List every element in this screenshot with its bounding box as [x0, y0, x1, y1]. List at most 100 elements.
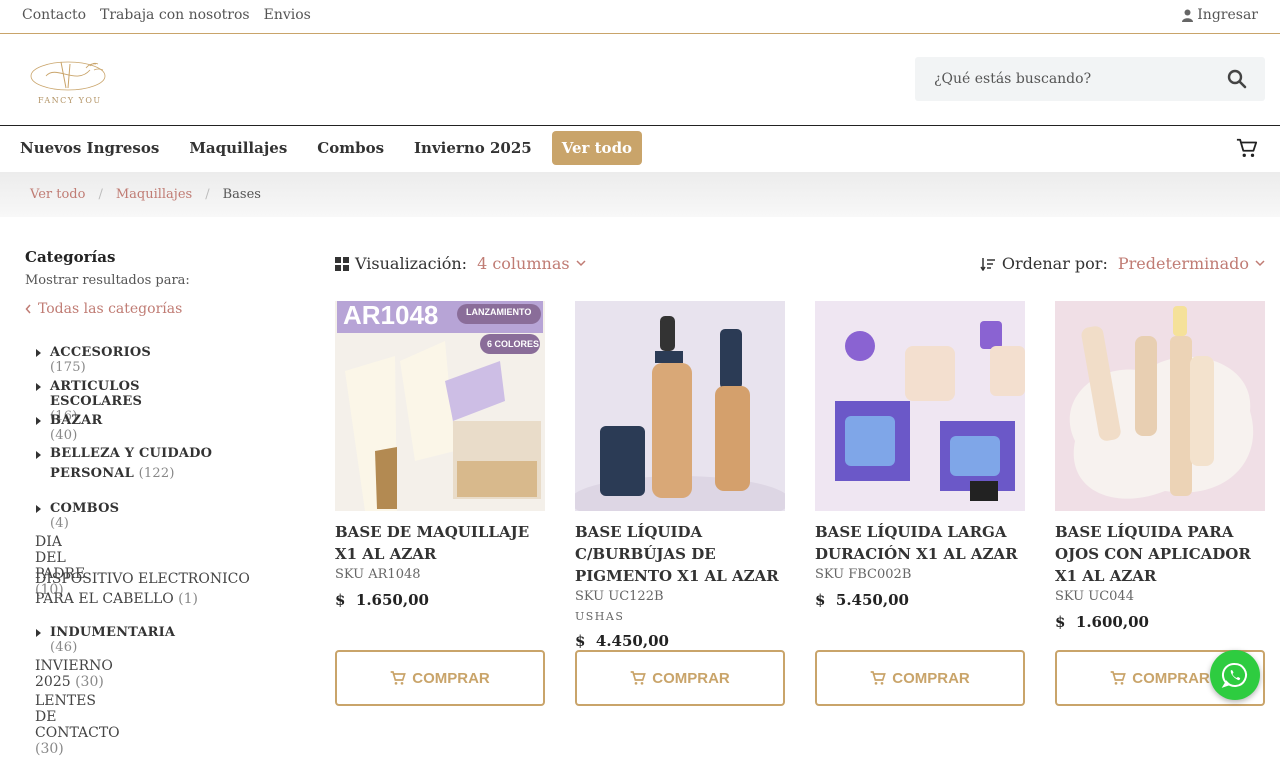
product-card[interactable]: BASE LÍQUIDA LARGA DURACIÓN X1 AL AZAR S… — [815, 301, 1025, 609]
nav-invierno-2025[interactable]: Invierno 2025 — [399, 131, 547, 165]
product-sku: SKU UC044 — [1055, 589, 1134, 604]
category-item[interactable]: INVIERNO 2025 (30) — [35, 658, 113, 690]
cart-icon[interactable] — [1236, 137, 1258, 159]
nav-maquillajes[interactable]: Maquillajes — [174, 131, 302, 165]
search-input[interactable] — [915, 57, 1215, 101]
category-item[interactable]: BELLEZA Y CUIDADO PERSONAL (122) — [36, 444, 280, 484]
breadcrumb-separator: / — [205, 187, 210, 202]
sidebar-subtitle: Mostrar resultados para: — [25, 273, 190, 288]
product-card[interactable]: AR1048 LANZAMIENTO 6 COLORES BASE DE MAQ… — [335, 301, 545, 609]
product-image-badge: LANZAMIENTO — [466, 307, 532, 317]
login-link[interactable]: Ingresar — [1182, 7, 1258, 23]
header: FANCY YOU — [0, 34, 1280, 126]
buy-button-label: COMPRAR — [412, 669, 490, 687]
product-sku: SKU FBC002B — [815, 567, 912, 582]
product-sku: SKU UC122B — [575, 589, 664, 604]
product-brand: USHAS — [575, 610, 625, 623]
all-categories-link[interactable]: Todas las categorías — [25, 301, 295, 317]
top-bar: Contacto Trabaja con nosotros Envios Ing… — [0, 0, 1280, 34]
whatsapp-button[interactable] — [1210, 650, 1260, 700]
nav-nuevos-ingresos[interactable]: Nuevos Ingresos — [20, 131, 174, 165]
view-value: 4 columnas — [477, 254, 570, 273]
caret-right-icon — [36, 629, 41, 637]
breadcrumb-current: Bases — [222, 187, 261, 202]
category-item[interactable]: DISPOSITIVO ELECTRONICO PARA EL CABELLO … — [35, 569, 285, 609]
caret-right-icon — [36, 451, 41, 459]
sort-value: Predeterminado — [1117, 254, 1249, 273]
nav-combos[interactable]: Combos — [302, 131, 399, 165]
buy-button-label: COMPRAR — [652, 669, 730, 687]
category-item[interactable]: BAZAR (40) — [36, 413, 102, 443]
breadcrumb-separator: / — [98, 187, 103, 202]
all-categories-label: Todas las categorías — [38, 301, 183, 317]
product-title[interactable]: BASE LÍQUIDA LARGA DURACIÓN X1 AL AZAR — [815, 521, 1025, 565]
breadcrumb-maquillajes[interactable]: Maquillajes — [116, 187, 192, 202]
sort-selector[interactable]: Ordenar por: Predeterminado — [980, 254, 1265, 273]
product-card[interactable]: BASE LÍQUIDA C/BURBÚJAS DE PIGMENTO X1 A… — [575, 301, 785, 650]
breadcrumb-ver-todo[interactable]: Ver todo — [30, 187, 85, 202]
product-image[interactable] — [1055, 301, 1265, 511]
product-image-code: AR1048 — [343, 301, 439, 330]
sort-label: Ordenar por: — [1001, 254, 1108, 273]
product-image-badge: 6 COLORES — [487, 339, 540, 349]
chevron-down-icon — [576, 260, 586, 267]
category-count: (1) — [178, 591, 199, 607]
view-selector[interactable]: Visualización: 4 columnas — [335, 254, 586, 273]
view-label: Visualización: — [355, 254, 468, 273]
chevron-down-icon — [1255, 260, 1265, 267]
listing-toolbar: Visualización: 4 columnas Ordenar por: P… — [335, 254, 1265, 276]
cart-icon — [390, 671, 407, 685]
search-box — [915, 57, 1265, 101]
sort-icon — [980, 257, 995, 271]
category-count: (40) — [50, 428, 78, 443]
breadcrumb: Ver todo / Maquillajes / Bases — [0, 172, 1280, 217]
top-links: Contacto Trabaja con nosotros Envios — [22, 7, 311, 23]
product-title[interactable]: BASE DE MAQUILLAJE X1 AL AZAR — [335, 521, 545, 565]
login-label: Ingresar — [1197, 7, 1258, 23]
whatsapp-icon — [1221, 662, 1247, 688]
store-logo[interactable]: FANCY YOU — [16, 54, 120, 110]
shipping-link[interactable]: Envios — [264, 7, 311, 23]
category-name: BELLEZA Y CUIDADO PERSONAL — [50, 446, 213, 481]
buy-button-label: COMPRAR — [892, 669, 970, 687]
buy-button[interactable]: COMPRAR — [335, 650, 545, 706]
category-item[interactable]: INDUMENTARIA (46) — [36, 625, 176, 655]
chevron-left-icon — [25, 304, 31, 314]
category-count: (122) — [138, 466, 175, 481]
product-title[interactable]: BASE LÍQUIDA C/BURBÚJAS DE PIGMENTO X1 A… — [575, 521, 785, 587]
logo-text: FANCY YOU — [38, 96, 102, 105]
cart-icon — [1110, 671, 1127, 685]
category-name: DISPOSITIVO ELECTRONICO PARA EL CABELLO — [35, 571, 250, 607]
cart-icon — [630, 671, 647, 685]
category-name: ARTICULOS ESCOLARES — [50, 379, 143, 409]
caret-right-icon — [36, 505, 41, 513]
category-name: ACCESORIOS — [50, 345, 151, 360]
product-image[interactable]: AR1048 LANZAMIENTO 6 COLORES — [335, 301, 545, 511]
category-count: (46) — [50, 640, 78, 655]
category-count: (30) — [35, 741, 64, 757]
category-name: INDUMENTARIA — [50, 625, 176, 640]
user-icon — [1182, 9, 1194, 22]
caret-right-icon — [36, 417, 41, 425]
category-item[interactable]: COMBOS (4) — [36, 501, 120, 531]
search-icon[interactable] — [1227, 69, 1247, 89]
main-nav: Nuevos Ingresos Maquillajes Combos Invie… — [0, 126, 1280, 172]
work-with-us-link[interactable]: Trabaja con nosotros — [100, 7, 250, 23]
nav-ver-todo-button[interactable]: Ver todo — [551, 131, 643, 165]
cart-icon — [870, 671, 887, 685]
category-count: (30) — [75, 674, 104, 690]
grid-icon — [335, 256, 349, 271]
product-title[interactable]: BASE LÍQUIDA PARA OJOS CON APLICADOR X1 … — [1055, 521, 1265, 587]
product-card[interactable]: BASE LÍQUIDA PARA OJOS CON APLICADOR X1 … — [1055, 301, 1265, 631]
product-price: $ 5.450,00 — [815, 591, 909, 609]
product-image[interactable] — [815, 301, 1025, 511]
category-count: (4) — [50, 516, 70, 531]
buy-button[interactable]: COMPRAR — [575, 650, 785, 706]
category-item[interactable]: LENTES DE CONTACTO (30) — [35, 693, 120, 757]
category-name: COMBOS — [50, 501, 120, 516]
product-price: $ 4.450,00 — [575, 632, 669, 650]
category-item[interactable]: ACCESORIOS (175) — [36, 345, 151, 375]
product-image[interactable] — [575, 301, 785, 511]
contact-link[interactable]: Contacto — [22, 7, 86, 23]
buy-button[interactable]: COMPRAR — [815, 650, 1025, 706]
